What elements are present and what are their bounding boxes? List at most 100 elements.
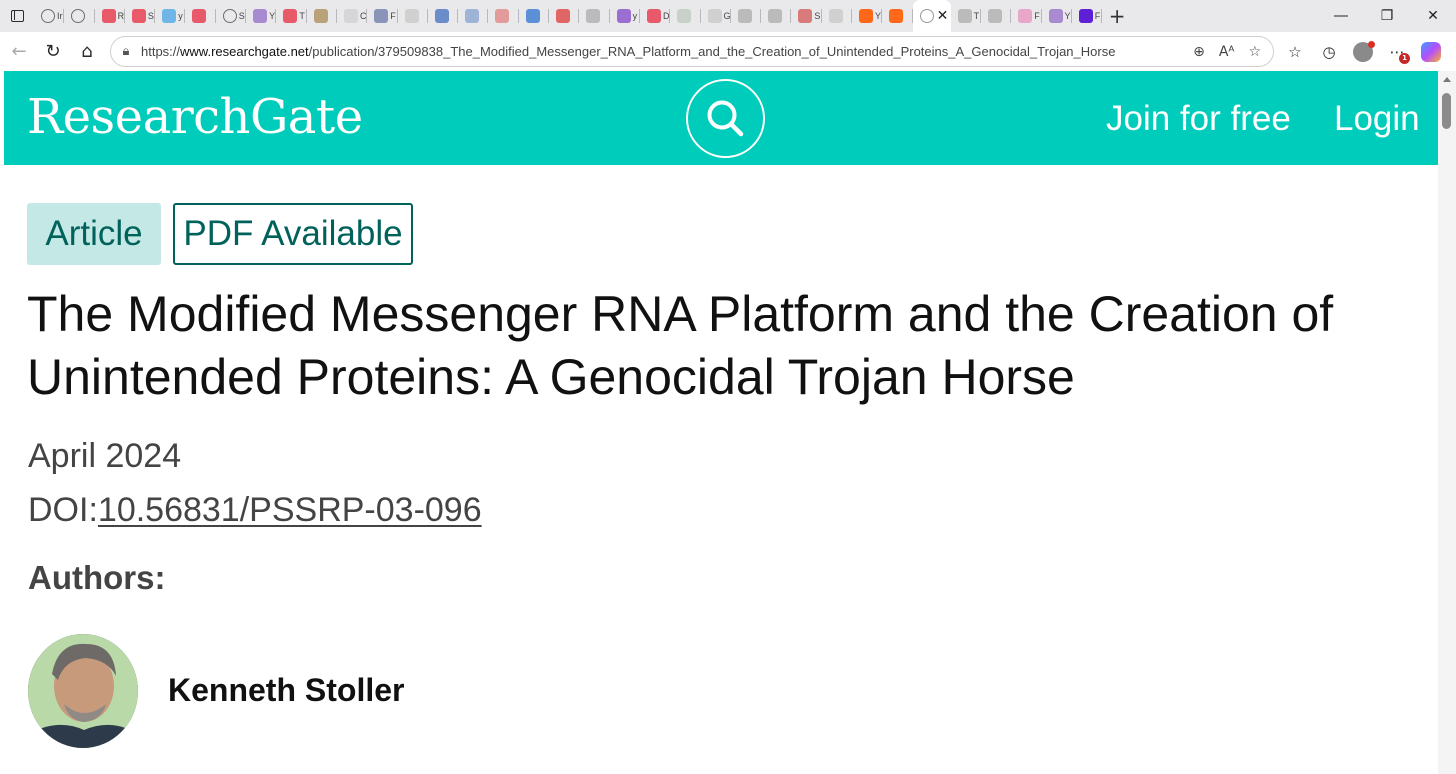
browser-tab[interactable] — [882, 0, 913, 32]
circle-icon — [525, 9, 540, 23]
tab-title-fragment: Ir — [57, 11, 63, 21]
home-button[interactable]: ⌂ — [70, 35, 104, 69]
browser-tab[interactable] — [981, 0, 1012, 32]
minimize-button[interactable]: ― — [1318, 0, 1364, 32]
mosaic-icon — [677, 9, 692, 23]
cap-icon — [1018, 9, 1033, 23]
address-bar[interactable]: 🔒︎ https://www.researchgate.net/publicat… — [110, 36, 1274, 67]
refresh-button[interactable]: ↻ — [36, 35, 70, 69]
page-scrollbar[interactable] — [1438, 71, 1456, 774]
browser-tab[interactable]: F — [367, 0, 398, 32]
tab-title-fragment: y — [178, 11, 183, 21]
login-link[interactable]: Login — [1334, 99, 1420, 139]
tab-title-fragment: Y — [1064, 11, 1071, 21]
browser-tab[interactable] — [488, 0, 520, 32]
url-prefix: https:// — [141, 44, 181, 59]
tab-title-fragment: T — [973, 11, 980, 21]
search-icon — [465, 9, 480, 23]
image-icon — [313, 9, 328, 23]
browser-tab[interactable] — [398, 0, 429, 32]
pdf-available-badge[interactable]: PDF Available — [173, 203, 413, 265]
zoom-icon[interactable]: ⊕ — [1193, 44, 1205, 60]
youtube-icon — [101, 9, 116, 23]
tab-title-fragment: Y — [875, 11, 882, 21]
doi-line: DOI:10.56831/PSSRP-03-096 — [28, 491, 482, 530]
browser-tab[interactable] — [185, 0, 217, 32]
gp-icon — [957, 9, 972, 23]
lock-icon[interactable]: 🔒︎ — [111, 44, 141, 59]
url-text[interactable]: https://www.researchgate.net/publication… — [141, 44, 1193, 59]
browser-tab[interactable] — [670, 0, 701, 32]
browser-tab[interactable]: D — [640, 0, 671, 32]
site-header: ResearchGate Join for free Login — [4, 71, 1438, 165]
browser-tab[interactable]: y — [610, 0, 641, 32]
search-button[interactable] — [686, 79, 765, 158]
browser-tab[interactable] — [822, 0, 853, 32]
browser-tab[interactable]: S — [791, 0, 823, 32]
tab-actions-menu-button[interactable] — [0, 0, 34, 32]
browser-tab[interactable]: T — [276, 0, 307, 32]
maximize-button[interactable]: ❐ — [1364, 0, 1410, 32]
browser-tab[interactable]: Y — [1042, 0, 1073, 32]
grid-icon — [798, 9, 813, 23]
tab-actions-icon — [10, 10, 24, 22]
tab-title-fragment: G — [723, 11, 731, 21]
page-viewport: ResearchGate Join for free Login Article… — [0, 71, 1456, 774]
google-icon — [707, 9, 722, 23]
tab-title-fragment: F — [1094, 11, 1101, 21]
author-photo — [28, 634, 138, 748]
tab-title-fragment: C — [359, 11, 367, 21]
favorite-star-icon[interactable]: ☆ — [1248, 44, 1261, 60]
authors-heading: Authors: — [28, 559, 166, 596]
browser-tab[interactable]: T — [951, 0, 982, 32]
yahoo-icon — [1078, 9, 1093, 23]
browser-tab[interactable] — [64, 0, 95, 32]
browser-tab[interactable]: y — [155, 0, 186, 32]
tab-title-fragment: S — [238, 11, 245, 21]
browser-tab[interactable] — [458, 0, 489, 32]
profile-button[interactable] — [1346, 35, 1380, 69]
browser-tab[interactable]: G — [701, 0, 732, 32]
browser-tab[interactable] — [519, 0, 550, 32]
browser-tab[interactable] — [761, 0, 792, 32]
favorites-icon[interactable]: ☆ — [1278, 35, 1312, 69]
slash-icon — [1048, 9, 1063, 23]
read-aloud-icon[interactable]: Aᴬ — [1219, 44, 1235, 60]
doc-icon — [343, 9, 358, 23]
browser-tab[interactable]: R — [95, 0, 126, 32]
back-button[interactable]: ← — [2, 35, 36, 69]
browser-tab[interactable]: S — [125, 0, 156, 32]
author-name[interactable]: Kenneth Stoller — [168, 672, 404, 709]
new-tab-button[interactable]: + — [1102, 0, 1132, 32]
tab-title-fragment: S — [814, 11, 821, 21]
join-for-free-link[interactable]: Join for free — [1106, 99, 1291, 139]
browser-tab[interactable]: Y — [246, 0, 277, 32]
youtube-icon — [283, 9, 298, 23]
scroll-up-arrow-icon[interactable] — [1443, 77, 1451, 82]
browser-tab[interactable]: S — [216, 0, 247, 32]
youtube-icon — [192, 9, 207, 23]
browser-tab[interactable]: F — [1072, 0, 1103, 32]
more-menu-button[interactable]: ⋯ 1 — [1380, 35, 1414, 69]
researchgate-logo[interactable]: ResearchGate — [27, 89, 363, 145]
browser-tab[interactable]: F — [1011, 0, 1042, 32]
globe-icon — [41, 9, 55, 23]
browser-tab[interactable] — [307, 0, 338, 32]
scrollbar-thumb[interactable] — [1442, 93, 1451, 129]
slash-icon — [253, 9, 268, 23]
author-avatar[interactable] — [28, 634, 138, 748]
browser-tab[interactable] — [549, 0, 580, 32]
copilot-button[interactable] — [1414, 35, 1448, 69]
browser-tab[interactable]: C — [337, 0, 368, 32]
close-tab-icon[interactable]: ✕ — [937, 8, 949, 24]
copilot-icon — [1421, 41, 1441, 62]
active-tab[interactable]: ✕ — [912, 0, 951, 32]
browser-tab[interactable]: Ir — [34, 0, 65, 32]
browser-tab[interactable] — [428, 0, 459, 32]
browser-tab[interactable] — [731, 0, 762, 32]
close-window-button[interactable]: ✕ — [1410, 0, 1456, 32]
history-icon[interactable]: ◷ — [1312, 35, 1346, 69]
browser-tab[interactable]: Y — [852, 0, 883, 32]
doi-link[interactable]: 10.56831/PSSRP-03-096 — [98, 491, 482, 529]
browser-tab[interactable] — [579, 0, 610, 32]
